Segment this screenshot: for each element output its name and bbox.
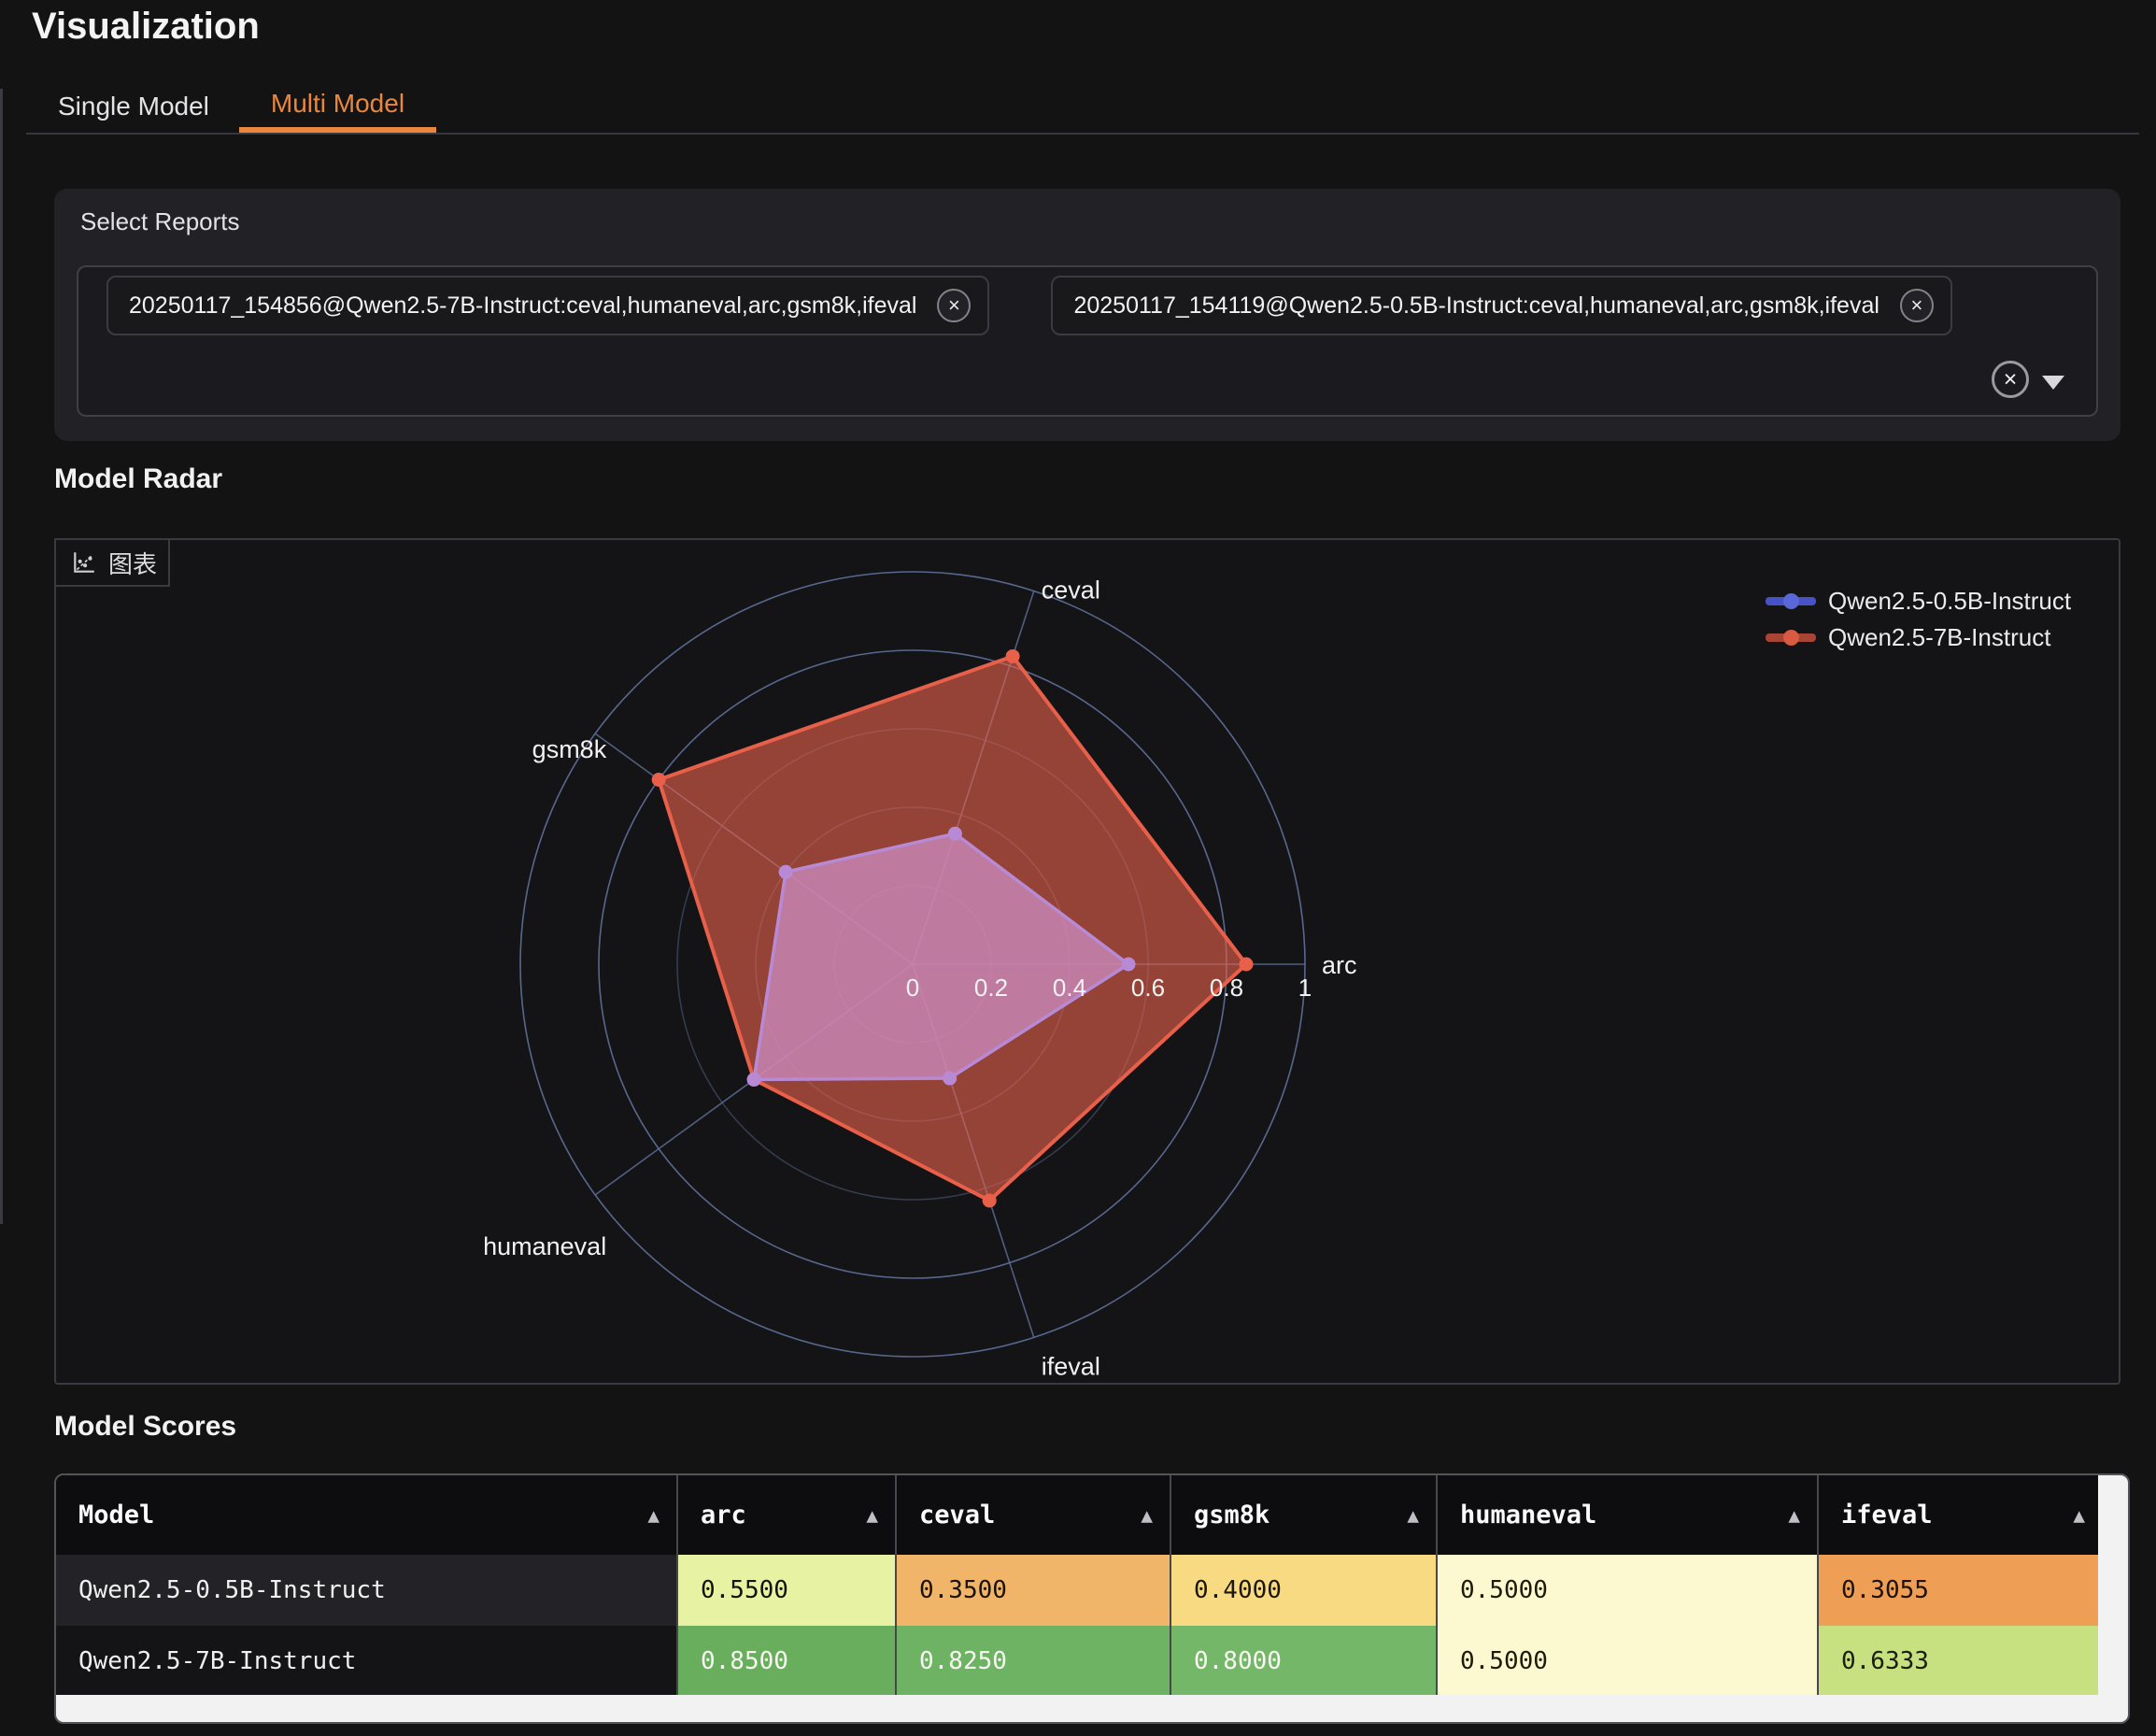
score-cell-ceval[interactable]: 0.8250 [895, 1626, 1170, 1697]
chip-remove-icon[interactable]: × [1900, 289, 1934, 322]
column-header-gsm8k[interactable]: gsm8k ▲ [1170, 1475, 1436, 1555]
radar-axis-label-ifeval: ifeval [1042, 1352, 1100, 1380]
reports-multiselect[interactable]: 20250117_154856@Qwen2.5-7B-Instruct:ceva… [77, 265, 2098, 417]
score-cell-ifeval[interactable]: 0.6333 [1817, 1626, 2102, 1697]
column-header-label: gsm8k [1194, 1501, 1269, 1530]
radar-tick-label: 0.6 [1131, 974, 1165, 1002]
model-scores-table: Model▲arc▲ceval▲gsm8k▲humaneval▲ifeval▲ … [54, 1473, 2130, 1724]
radar-legend: Qwen2.5-0.5B-Instruct Qwen2.5-7B-Instruct [1766, 587, 2071, 651]
radar-series-point [948, 827, 962, 841]
visualization-page: Visualization Single Model Multi Model S… [0, 0, 2156, 1736]
column-header-humaneval[interactable]: humaneval ▲ [1436, 1475, 1817, 1555]
radar-axis-label-gsm8k: gsm8k [532, 735, 607, 763]
tab-bar: Single Model Multi Model [26, 80, 2139, 135]
radar-series-point [983, 1193, 997, 1207]
score-cell-arc[interactable]: 0.5500 [676, 1555, 895, 1626]
column-header-model[interactable]: Model ▲ [56, 1475, 676, 1555]
model-radar-title: Model Radar [54, 463, 222, 495]
legend-dot-icon [1783, 593, 1799, 609]
radar-axis-label-arc: arc [1322, 951, 1357, 979]
table-row: Qwen2.5-7B-Instruct0.85000.82500.80000.5… [56, 1626, 2128, 1697]
radar-series-point [652, 773, 666, 787]
select-reports-label: Select Reports [80, 207, 240, 236]
radar-axis-label-ceval: ceval [1042, 576, 1100, 605]
sort-ascending-icon: ▲ [866, 1504, 878, 1527]
report-chip: 20250117_154119@Qwen2.5-0.5B-Instruct:ce… [1051, 276, 1951, 335]
radar-chart: 0 0.2 0.4 0.6 0.8 1 arc ceval gsm8k humaneval ifev… [56, 540, 2119, 1383]
selected-report-chips: 20250117_154856@Qwen2.5-7B-Instruct:ceva… [106, 276, 1952, 335]
table-vertical-scrollbar[interactable] [2098, 1475, 2128, 1695]
radar-series-point [779, 865, 793, 879]
legend-line-marker [1766, 633, 1816, 642]
radar-tick-label: 0.8 [1210, 974, 1243, 1002]
model-scores-title: Model Scores [54, 1411, 236, 1443]
tab-multi-model[interactable]: Multi Model [239, 80, 436, 133]
page-scrollbar[interactable] [0, 89, 3, 1224]
model-name-cell[interactable]: Qwen2.5-0.5B-Instruct [56, 1555, 676, 1626]
radar-series-point [943, 1072, 957, 1086]
table-row: Qwen2.5-0.5B-Instruct0.55000.35000.40000… [56, 1555, 2128, 1626]
legend-line-marker [1766, 597, 1816, 605]
legend-label: Qwen2.5-0.5B-Instruct [1828, 587, 2071, 616]
sort-ascending-icon: ▲ [2073, 1504, 2085, 1527]
sort-ascending-icon: ▲ [647, 1504, 660, 1527]
select-reports-panel: Select Reports 20250117_154856@Qwen2.5-7… [54, 189, 2121, 441]
sort-ascending-icon: ▲ [1788, 1504, 1800, 1527]
column-header-ceval[interactable]: ceval ▲ [895, 1475, 1170, 1555]
legend-item[interactable]: Qwen2.5-7B-Instruct [1766, 623, 2071, 651]
column-header-label: Model [78, 1501, 154, 1530]
tab-single-model[interactable]: Single Model [26, 80, 209, 133]
legend-dot-icon [1783, 630, 1799, 646]
radar-series-point [1122, 958, 1136, 972]
column-header-arc[interactable]: arc ▲ [676, 1475, 895, 1555]
plot-tab-label: 图表 [108, 546, 157, 580]
radar-series-point [1006, 649, 1020, 663]
score-cell-humaneval[interactable]: 0.5000 [1436, 1626, 1817, 1697]
column-header-label: humaneval [1460, 1501, 1596, 1530]
page-title: Visualization [32, 2, 260, 50]
radar-tick-label: 0 [906, 974, 919, 1002]
table-body: Qwen2.5-0.5B-Instruct0.55000.35000.40000… [56, 1555, 2128, 1697]
radar-plot-container: 0 0.2 0.4 0.6 0.8 1 arc ceval gsm8k humaneval ifev… [54, 538, 2121, 1385]
radar-series-point [1240, 958, 1254, 972]
table-header-row: Model ▲ arc ▲ ceval ▲ gsm8k ▲ humaneval ▲ ifeval ▲ [56, 1475, 2128, 1555]
column-header-ifeval[interactable]: ifeval ▲ [1817, 1475, 2102, 1555]
legend-item[interactable]: Qwen2.5-0.5B-Instruct [1766, 587, 2071, 615]
report-chip: 20250117_154856@Qwen2.5-7B-Instruct:ceva… [106, 276, 989, 335]
radar-series-point [747, 1073, 761, 1087]
clear-all-button[interactable]: × [1992, 361, 2029, 398]
chart-icon [71, 549, 97, 576]
column-header-label: ifeval [1841, 1501, 1933, 1530]
dropdown-caret-icon[interactable] [2042, 376, 2064, 390]
model-name-cell[interactable]: Qwen2.5-7B-Instruct [56, 1626, 676, 1697]
chip-remove-icon[interactable]: × [937, 289, 971, 322]
radar-tick-label: 0.4 [1053, 974, 1086, 1002]
radar-tick-label: 1 [1298, 974, 1312, 1002]
table-horizontal-scrollbar[interactable] [56, 1695, 2128, 1722]
report-chip-label: 20250117_154119@Qwen2.5-0.5B-Instruct:ce… [1073, 292, 1879, 320]
score-cell-arc[interactable]: 0.8500 [676, 1626, 895, 1697]
column-header-label: ceval [919, 1501, 995, 1530]
score-cell-ceval[interactable]: 0.3500 [895, 1555, 1170, 1626]
sort-ascending-icon: ▲ [1141, 1504, 1153, 1527]
legend-label: Qwen2.5-7B-Instruct [1828, 623, 2050, 652]
score-cell-ifeval[interactable]: 0.3055 [1817, 1555, 2102, 1626]
sort-ascending-icon: ▲ [1407, 1504, 1419, 1527]
column-header-label: arc [701, 1501, 746, 1530]
radar-tick-label: 0.2 [974, 974, 1008, 1002]
score-cell-gsm8k[interactable]: 0.8000 [1170, 1626, 1436, 1697]
score-cell-gsm8k[interactable]: 0.4000 [1170, 1555, 1436, 1626]
plot-chart-tab[interactable]: 图表 [54, 538, 170, 587]
report-chip-label: 20250117_154856@Qwen2.5-7B-Instruct:ceva… [129, 292, 916, 320]
radar-axis-label-humaneval: humaneval [483, 1232, 606, 1260]
score-cell-humaneval[interactable]: 0.5000 [1436, 1555, 1817, 1626]
